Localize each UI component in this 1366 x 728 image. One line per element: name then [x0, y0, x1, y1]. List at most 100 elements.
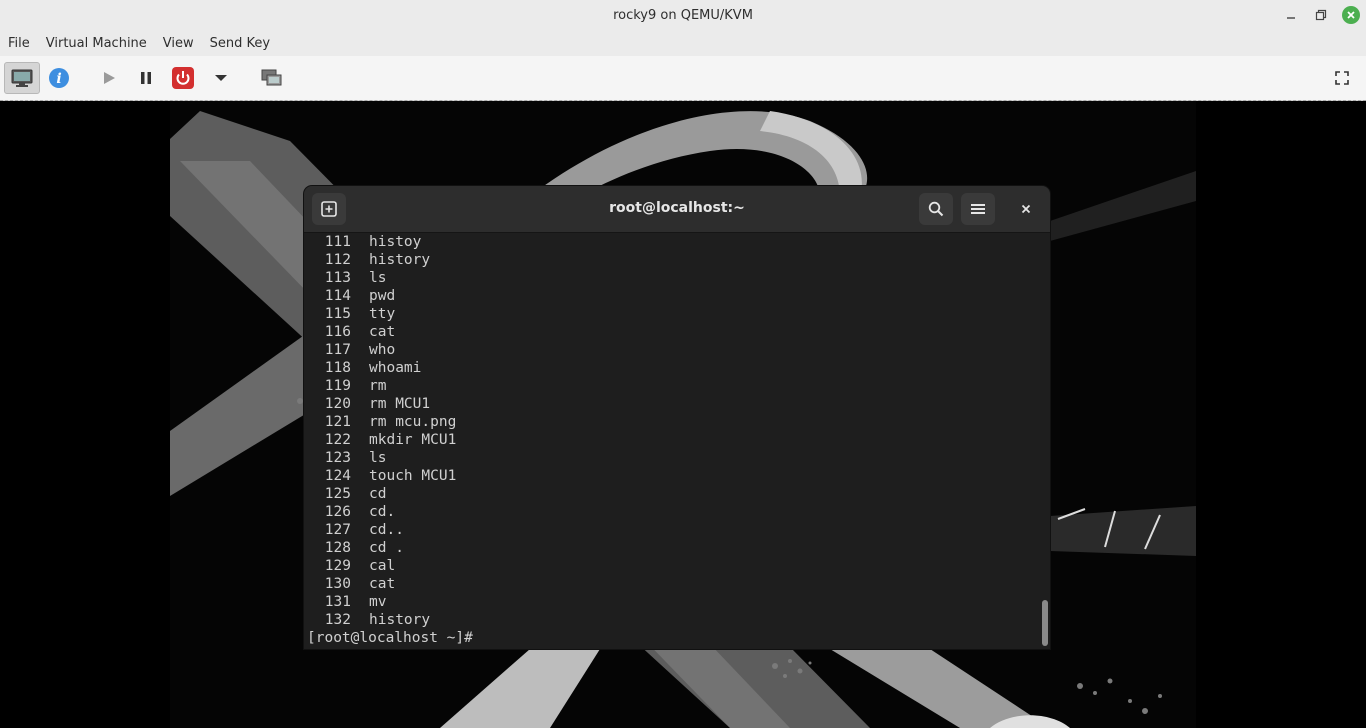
toolbar: i — [0, 56, 1366, 101]
menu-send-key[interactable]: Send Key — [202, 36, 278, 51]
history-number: 127 — [324, 522, 351, 538]
scrollbar-thumb[interactable] — [1042, 600, 1048, 646]
snapshots-button[interactable] — [259, 62, 285, 94]
window-controls — [1276, 3, 1360, 27]
history-line: 114 pwd — [304, 287, 1040, 305]
history-command: pwd — [369, 288, 396, 304]
history-command: cat — [369, 324, 396, 340]
history-line: 121 rm mcu.png — [304, 413, 1040, 431]
history-number: 132 — [324, 612, 351, 628]
history-number: 114 — [324, 288, 351, 304]
history-command: whoami — [369, 360, 422, 376]
minimize-button[interactable] — [1276, 3, 1306, 27]
history-command: rm — [369, 378, 387, 394]
minimize-icon — [1287, 17, 1295, 19]
history-line: 116 cat — [304, 323, 1040, 341]
close-icon — [1021, 204, 1031, 214]
shutdown-button[interactable] — [170, 62, 196, 94]
history-line: 132 history — [304, 611, 1040, 629]
history-line: 112 history — [304, 251, 1040, 269]
close-button[interactable] — [1342, 6, 1360, 24]
history-number: 111 — [324, 234, 351, 250]
history-number: 118 — [324, 360, 351, 376]
history-command: ls — [369, 450, 387, 466]
history-number: 119 — [324, 378, 351, 394]
history-command: history — [369, 252, 431, 268]
history-line: 128 cd . — [304, 539, 1040, 557]
history-command: mv — [369, 594, 387, 610]
history-number: 123 — [324, 450, 351, 466]
pause-button[interactable] — [133, 62, 159, 94]
fullscreen-button[interactable] — [1330, 62, 1354, 94]
power-icon — [172, 67, 194, 89]
history-line: 119 rm — [304, 377, 1040, 395]
history-line: 124 touch MCU1 — [304, 467, 1040, 485]
menu-view[interactable]: View — [155, 36, 202, 51]
history-number: 116 — [324, 324, 351, 340]
shell-prompt: [root@localhost ~]# — [307, 630, 482, 646]
history-command: who — [369, 342, 396, 358]
menu-file[interactable]: File — [0, 36, 38, 51]
history-line: 131 mv — [304, 593, 1040, 611]
history-number: 131 — [324, 594, 351, 610]
history-number: 124 — [324, 468, 351, 484]
history-command: tty — [369, 306, 396, 322]
history-number: 115 — [324, 306, 351, 322]
terminal-scrollbar[interactable] — [1042, 236, 1048, 646]
menu-virtual-machine[interactable]: Virtual Machine — [38, 36, 155, 51]
console-icon — [11, 69, 33, 87]
history-line: 113 ls — [304, 269, 1040, 287]
terminal-window[interactable]: root@localhost:~ 111 histoy 112 history … — [304, 186, 1050, 649]
history-line: 120 rm MCU1 — [304, 395, 1040, 413]
info-icon: i — [49, 68, 69, 88]
history-command: rm MCU1 — [369, 396, 431, 412]
close-icon — [1347, 11, 1355, 19]
restore-button[interactable] — [1306, 3, 1336, 27]
hamburger-menu-icon — [971, 204, 985, 214]
vm-display[interactable]: root@localhost:~ 111 histoy 112 history … — [0, 101, 1366, 728]
history-command: history — [369, 612, 431, 628]
terminal-output[interactable]: 111 histoy 112 history 113 ls 114 pwd 115 tty 116 c… — [304, 233, 1040, 649]
history-line: 111 histoy — [304, 233, 1040, 251]
history-line: 122 mkdir MCU1 — [304, 431, 1040, 449]
history-command: cd . — [369, 540, 404, 556]
history-number: 125 — [324, 486, 351, 502]
history-command: cd — [369, 486, 387, 502]
history-number: 121 — [324, 414, 351, 430]
run-button[interactable] — [96, 62, 122, 94]
restore-icon — [1315, 9, 1327, 21]
history-number: 117 — [324, 342, 351, 358]
console-button[interactable] — [4, 62, 40, 94]
history-line: 126 cd. — [304, 503, 1040, 521]
details-button[interactable]: i — [46, 62, 72, 94]
history-command: cd.. — [369, 522, 404, 538]
history-line: 125 cd — [304, 485, 1040, 503]
terminal-close-button[interactable] — [1009, 193, 1043, 225]
history-line: 117 who — [304, 341, 1040, 359]
history-number: 112 — [324, 252, 351, 268]
history-line: 115 tty — [304, 305, 1040, 323]
history-line: 123 ls — [304, 449, 1040, 467]
history-line: 130 cat — [304, 575, 1040, 593]
menubar: File Virtual Machine View Send Key — [0, 30, 1366, 56]
history-command: histoy — [369, 234, 422, 250]
play-icon — [104, 72, 115, 84]
history-line: 127 cd.. — [304, 521, 1040, 539]
history-number: 122 — [324, 432, 351, 448]
terminal-headerbar[interactable]: root@localhost:~ — [304, 186, 1050, 233]
search-button[interactable] — [919, 193, 953, 225]
history-command: cd. — [369, 504, 396, 520]
hamburger-menu-button[interactable] — [961, 193, 995, 225]
history-command: touch MCU1 — [369, 468, 457, 484]
prompt-text: [root@localhost ~]# — [307, 630, 473, 646]
history-line: 118 whoami — [304, 359, 1040, 377]
history-number: 113 — [324, 270, 351, 286]
pause-icon — [141, 72, 151, 84]
text-cursor — [473, 630, 482, 646]
shutdown-menu-button[interactable] — [208, 62, 234, 94]
history-number: 128 — [324, 540, 351, 556]
history-command: ls — [369, 270, 387, 286]
history-number: 120 — [324, 396, 351, 412]
fullscreen-icon — [1335, 71, 1349, 85]
window-titlebar[interactable]: rocky9 on QEMU/KVM — [0, 0, 1366, 30]
